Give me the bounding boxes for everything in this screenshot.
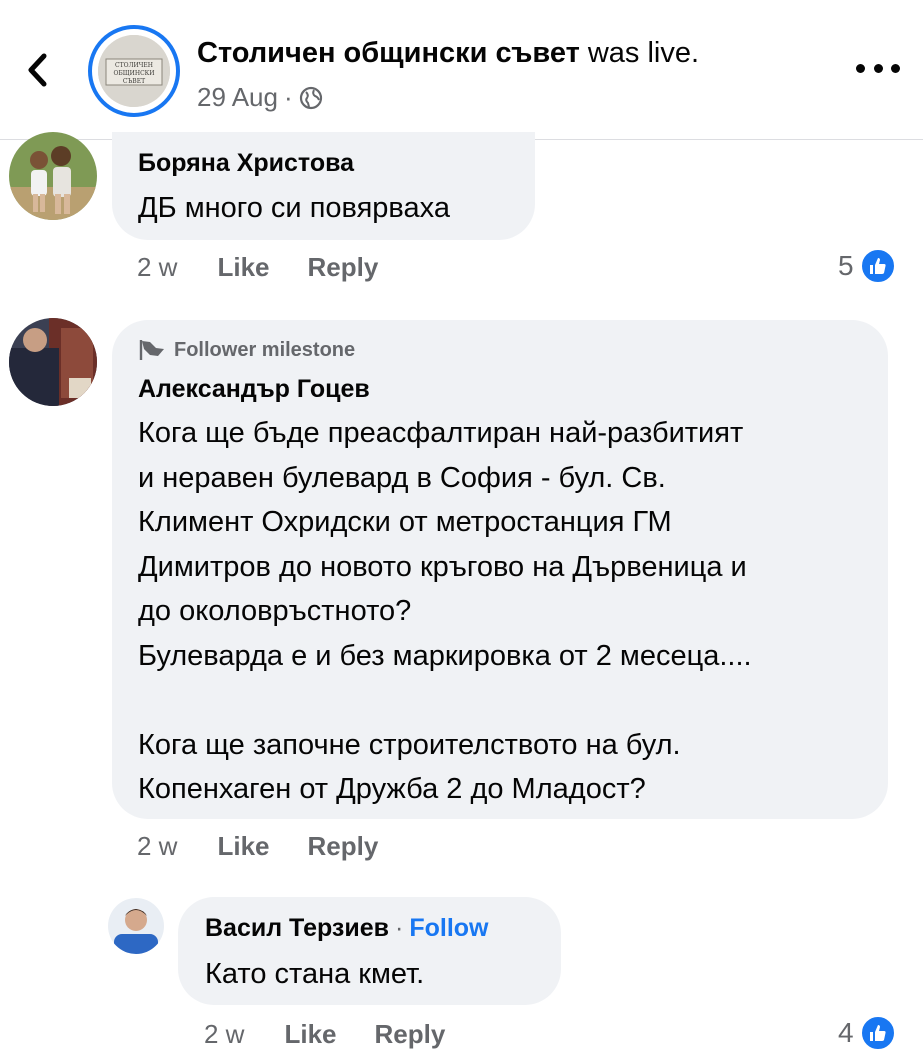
- post-date[interactable]: 29 Aug: [197, 82, 278, 113]
- page-name[interactable]: Столичен общински съвет: [197, 37, 580, 69]
- reply-button[interactable]: Reply: [308, 252, 379, 283]
- post-header: СТОЛИЧЕН ОБЩИНСКИ СЪВЕТ Столичен общинск…: [0, 0, 923, 140]
- page-avatar[interactable]: СТОЛИЧЕН ОБЩИНСКИ СЪВЕТ: [88, 25, 180, 117]
- live-status: was live.: [579, 37, 700, 69]
- reply-separator: ·: [395, 914, 404, 942]
- comment-author[interactable]: Боряна Христова: [138, 149, 354, 178]
- reply-header: Васил Терзиев · Follow: [205, 914, 488, 943]
- chevron-left-icon: [28, 53, 47, 87]
- comment-time[interactable]: 2 w: [137, 252, 177, 283]
- reaction-summary[interactable]: 5: [838, 248, 896, 284]
- post-meta: 29 Aug ·: [197, 82, 323, 113]
- reply-author[interactable]: Васил Терзиев: [205, 914, 389, 943]
- svg-text:ОБЩИНСКИ: ОБЩИНСКИ: [113, 70, 154, 77]
- comment-bubble: Follower milestone Александър Гоцев Кога…: [112, 320, 888, 819]
- more-icon: [856, 63, 865, 73]
- comment-author[interactable]: Александър Гоцев: [138, 375, 370, 404]
- milestone-label: Follower milestone: [174, 338, 356, 361]
- avatar-photo: [9, 132, 97, 220]
- flag-icon: [139, 340, 164, 360]
- follow-button[interactable]: Follow: [409, 914, 488, 943]
- page-logo: СТОЛИЧЕН ОБЩИНСКИ СЪВЕТ: [98, 35, 170, 107]
- follower-milestone-badge: Follower milestone: [138, 338, 355, 362]
- avatar-photo: [9, 318, 97, 406]
- comment-text: Кога ще бъде преасфалтиран най-разбитият…: [138, 411, 883, 812]
- thumbs-up-icon: [859, 248, 896, 284]
- comment-actions: 2 w Like Reply: [137, 831, 378, 862]
- comment-actions: 2 w Like Reply: [137, 252, 378, 283]
- reply-text: Като стана кмет.: [205, 958, 425, 990]
- reaction-summary[interactable]: 4: [838, 1015, 896, 1051]
- comment-line: Климент Охридски от метростанция ГМ: [138, 506, 672, 538]
- comment-line: [138, 678, 883, 723]
- comment-time[interactable]: 2 w: [137, 831, 177, 862]
- avatar[interactable]: [9, 318, 97, 406]
- svg-text:СТОЛИЧЕН: СТОЛИЧЕН: [115, 62, 153, 69]
- thumbs-up-icon: [859, 1015, 896, 1051]
- reply-button[interactable]: Reply: [375, 1019, 446, 1050]
- avatar-photo: [108, 898, 164, 954]
- comment-line: Копенхаген от Дружба 2 до Младост?: [138, 773, 646, 805]
- globe-icon: [299, 86, 322, 109]
- comment-line: до околовръстното?: [138, 595, 412, 627]
- reply-button[interactable]: Reply: [308, 831, 379, 862]
- meta-separator: ·: [283, 82, 293, 112]
- like-button[interactable]: Like: [284, 1019, 336, 1050]
- comment-line: Димитров до новото кръгово на Дървеница …: [138, 550, 747, 583]
- comment-line: и неравен булевард в София - бул. Св.: [138, 461, 666, 494]
- reaction-count: 4: [838, 1017, 854, 1048]
- comment-line: Кога ще започне строителството на бул.: [138, 728, 681, 761]
- reaction-count: 5: [838, 250, 854, 281]
- back-button[interactable]: [20, 48, 54, 92]
- comment-line: Кога ще бъде преасфалтиран най-разбитият: [138, 417, 744, 449]
- comment-text: ДБ много си повярваха: [138, 192, 450, 224]
- reply-time[interactable]: 2 w: [204, 1019, 244, 1050]
- comment-bubble: Боряна Христова ДБ много си повярваха: [112, 132, 535, 240]
- avatar[interactable]: [9, 132, 97, 220]
- svg-text:СЪВЕТ: СЪВЕТ: [123, 78, 145, 85]
- like-button[interactable]: Like: [217, 252, 269, 283]
- like-button[interactable]: Like: [217, 831, 269, 862]
- reply-bubble: Васил Терзиев · Follow Като стана кмет.: [178, 897, 561, 1005]
- comment-line: Булеварда е и без маркировка от 2 месеца…: [138, 639, 752, 672]
- more-options-button[interactable]: [856, 56, 900, 80]
- reply-actions: 2 w Like Reply: [204, 1019, 445, 1050]
- avatar[interactable]: [108, 898, 164, 954]
- post-title: Столичен общински съвет was live.: [197, 37, 699, 70]
